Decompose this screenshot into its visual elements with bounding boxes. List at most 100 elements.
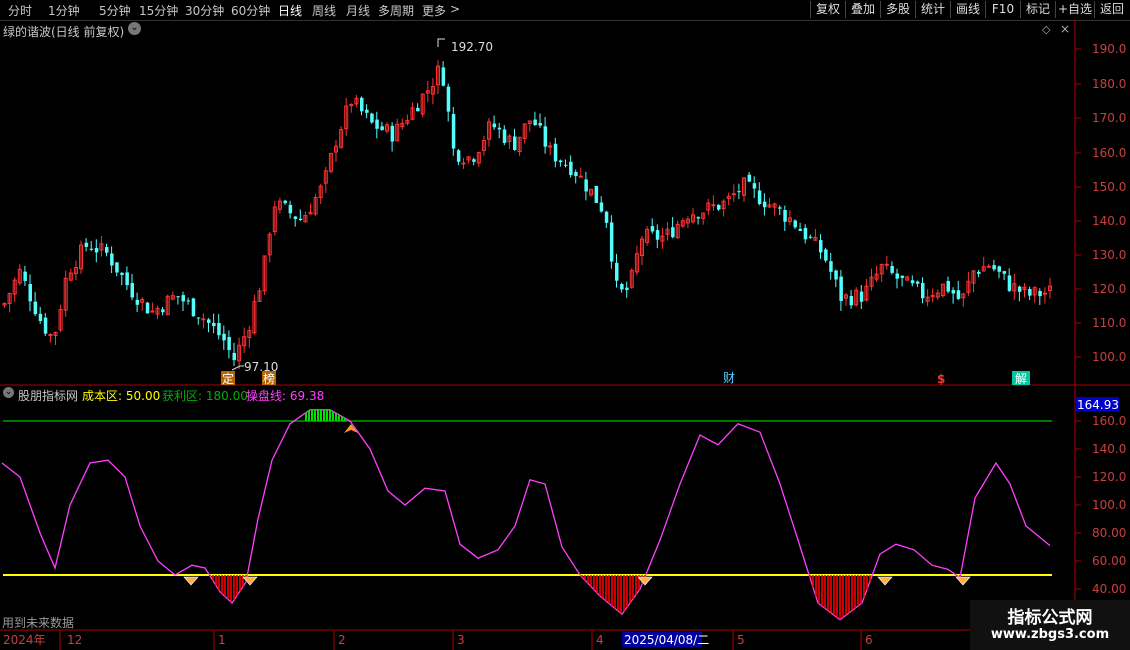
candle-body [1038,290,1042,297]
timeline-month: 12 [67,633,82,647]
buy-diamond-icon [183,576,199,586]
candle-body [38,313,43,321]
candle-body [105,247,109,253]
high-price-label: 192.70 [451,40,493,54]
candle-body [717,204,721,210]
candle-body [222,333,226,341]
watermark-title: 指标公式网 [1007,608,1093,628]
candle-body [446,86,451,112]
candle-body [737,191,741,193]
candle-body [186,300,191,302]
candle-body [946,280,950,292]
candle-body [543,126,548,147]
price-tick: 100.0 [1092,350,1126,364]
candle-body [895,273,899,279]
candle-body [849,296,854,306]
candle-body [191,298,196,317]
candle-body [1042,292,1047,295]
candle-body [696,217,701,219]
candle-body [615,262,619,281]
candle-body [497,127,502,130]
indicator-tick: 40.00 [1092,582,1126,596]
stock-chart[interactable]: 190.0 180.0 170.0 160.0 150.0 140.0 130.… [0,0,1130,650]
close-icon[interactable]: × [1060,22,1070,36]
timeline-cursor-date: 2025/04/08/二 [624,633,709,647]
indicator-menu-icon[interactable]: ⌄ [3,387,14,398]
price-tick: 190.0 [1092,42,1126,56]
candle-body [370,113,374,123]
candle-body [884,263,889,266]
timeline-month: 1 [218,633,226,647]
candle-body [513,136,517,151]
candle-body [232,352,236,361]
candle-body [456,150,461,162]
candle-body [762,201,767,208]
event-marker-dividend: $ [937,372,945,386]
candle-body [620,284,624,290]
candle-body [472,159,476,162]
indicator-tick: 140.0 [1092,442,1126,456]
indicator-axis: 160.0 140.0 120.0 100.0 80.00 60.00 40.0… [1092,414,1126,596]
candle-body [201,318,206,321]
price-tick: 170.0 [1092,111,1126,125]
candle-body [181,295,185,302]
candle-body [115,262,119,273]
candle-body [584,179,588,192]
candle-body [43,317,48,334]
candle-body [819,240,823,253]
indicator-tick: 160.0 [1092,414,1126,428]
candle-body [390,125,395,142]
candle-body [207,319,211,323]
candle-body [451,114,456,149]
candle-body [145,302,150,314]
candle-body [951,290,956,294]
candle-body [288,204,293,214]
candle-body [900,275,905,278]
candle-body [655,230,660,240]
candle-body [84,242,89,247]
indicator-tick: 80.00 [1092,526,1126,540]
chart-title: 绿的谐波(日线 前复权) [3,25,125,39]
candle-body [625,287,629,290]
candle-body [747,174,752,182]
diamond-icon[interactable]: ◇ [1042,23,1051,36]
candle-body [609,222,614,262]
timeline-month: 2 [338,633,346,647]
buy-diamond-icon [955,576,971,586]
candle-body [834,270,838,280]
candle-body [135,299,140,305]
candle-body [604,211,609,223]
candle-body [89,248,94,250]
indicator-name: 股朋指标网 [18,389,79,403]
event-marker-unlock: 解 [1015,372,1027,386]
candle-body [671,227,675,238]
candle-body [711,204,716,207]
candle-body [599,202,604,212]
profit-zone-label: 获利区: 180.00 [162,389,248,403]
candle-body [803,227,808,240]
candle-body [1002,271,1007,274]
buy-diamond-icon [877,576,893,586]
candle-body [283,200,287,204]
candle-body [778,207,782,209]
candlestick-series [2,60,1052,369]
price-tick: 110.0 [1092,316,1126,330]
candle-body [349,104,354,107]
candle-body [1007,275,1012,291]
candle-body [150,310,155,313]
watermark-url: www.zbgs3.com [990,627,1110,642]
candle-body [915,281,920,284]
candle-body [48,333,53,336]
candle-body [375,119,379,129]
candle-body [416,107,420,112]
candle-body [492,123,497,128]
candle-body [293,216,298,220]
candle-body [997,266,1001,272]
candle-body [956,290,961,299]
candle-body [824,249,828,261]
candle-body [23,271,27,281]
candle-body [650,226,655,232]
title-menu-icon[interactable]: ⌄ [128,22,141,35]
indicator-tick: 100.0 [1092,498,1126,512]
price-tick: 180.0 [1092,77,1126,91]
